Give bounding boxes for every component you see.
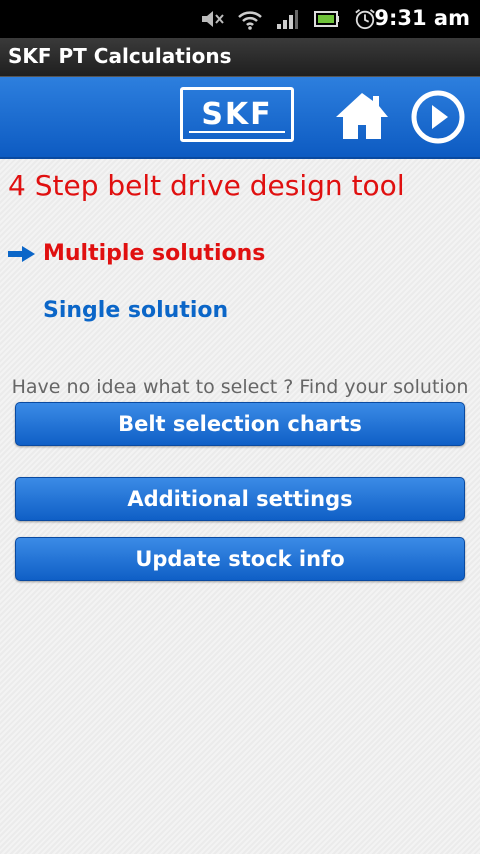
- wifi-icon: [238, 11, 262, 30]
- header-toolbar: SKF: [0, 77, 480, 159]
- status-time: 9:31 am: [374, 6, 470, 30]
- status-bar: 9:31 am: [0, 0, 480, 38]
- home-icon[interactable]: [334, 89, 390, 143]
- page-title: 4 Step belt drive design tool: [8, 169, 405, 202]
- additional-settings-button[interactable]: Additional settings: [15, 477, 465, 521]
- play-circle-icon[interactable]: [410, 89, 466, 145]
- belt-selection-charts-button[interactable]: Belt selection charts: [15, 402, 465, 446]
- skf-logo: SKF: [180, 87, 294, 142]
- main-content: 4 Step belt drive design tool Multiple s…: [0, 159, 480, 854]
- update-stock-info-button[interactable]: Update stock info: [15, 537, 465, 581]
- option-single-solution[interactable]: Single solution: [43, 298, 228, 323]
- arrow-right-icon: [8, 246, 35, 262]
- battery-icon: [314, 11, 339, 27]
- mute-icon: [202, 11, 224, 27]
- option-multiple-solutions[interactable]: Multiple solutions: [43, 241, 265, 266]
- signal-icon: [277, 10, 298, 29]
- app-title: SKF PT Calculations: [8, 44, 232, 68]
- logo-text: SKF: [201, 97, 273, 132]
- hint-text: Have no idea what to select ? Find your …: [11, 376, 469, 398]
- logo-underline: [189, 131, 285, 133]
- app-title-bar: SKF PT Calculations: [0, 38, 480, 77]
